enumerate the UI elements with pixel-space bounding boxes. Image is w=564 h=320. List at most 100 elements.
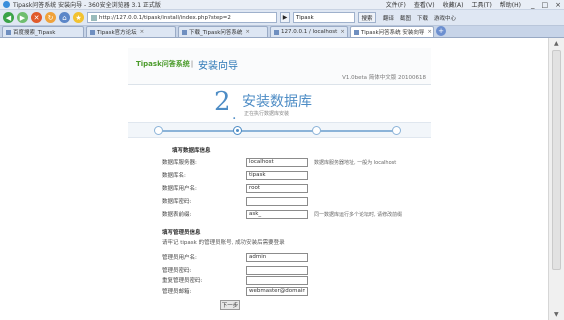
tab-forum[interactable]: Tipask官方论坛 × (86, 26, 176, 37)
step-heading: 2 . 安装数据库 正在执行数据库安装 (128, 85, 431, 123)
db-host-input[interactable] (246, 157, 308, 167)
db-prefix-hint: 同一数据库运行多个论坛时, 请修改前缀 (314, 211, 403, 218)
db-user-label: 数据库用户名: (162, 186, 197, 192)
scroll-up-icon[interactable]: ▲ (554, 40, 559, 47)
admin-email-row: 管理员邮箱: (162, 286, 308, 296)
tipask-logo: Tipask问答系统| (136, 59, 193, 69)
db-password-label: 数据库密码: (162, 199, 192, 205)
tab-installer[interactable]: Tipask问答系统 安装向导 × (350, 26, 434, 37)
back-arrow-icon[interactable]: ◀ (3, 12, 14, 23)
tab-close-icon[interactable]: × (245, 29, 250, 35)
tab-label: 下载_Tipask问答系统 (189, 30, 243, 36)
vertical-scrollbar[interactable]: ▲ ▼ (548, 38, 564, 320)
address-bar-url: http://127.0.0.1/tipask/install/index.ph… (99, 14, 231, 21)
menu-file[interactable]: 文件(F) (386, 0, 406, 9)
progress-step-4 (392, 126, 401, 135)
toolbar-screenshot[interactable]: 截图 (400, 14, 411, 22)
tab-localhost[interactable]: 127.0.0.1 / localhost × (270, 26, 348, 37)
step-title: 安装数据库 (242, 94, 312, 110)
db-prefix-label: 数据表前缀: (162, 212, 192, 218)
search-button[interactable]: 搜索 (358, 12, 376, 23)
admin-user-row: 管理员用户名: (162, 252, 308, 262)
menu-view[interactable]: 查看(V) (414, 0, 435, 9)
go-button[interactable]: ▶ (280, 12, 290, 23)
db-password-input[interactable] (246, 196, 308, 206)
admin-section-desc: 请牢记 tipask 的管理员账号, 成功安装后需要登录 (162, 240, 285, 246)
tab-close-icon[interactable]: × (427, 29, 432, 35)
menu-bar: 文件(F) 查看(V) 收藏(A) 工具(T) 帮助(H) (386, 0, 521, 9)
admin-section-title: 填写管理员信息 (162, 230, 201, 236)
admin-user-input[interactable] (246, 252, 308, 262)
tab-label: Tipask问答系统 安装向导 (361, 30, 425, 36)
scrollbar-thumb[interactable] (552, 50, 561, 270)
close-window-button[interactable]: × (555, 1, 561, 9)
minimize-button[interactable]: _ (531, 1, 535, 9)
admin-password-confirm-label: 重复管理员密码: (162, 278, 203, 284)
logo-separator: | (190, 60, 194, 68)
install-progress (128, 122, 431, 138)
db-user-input[interactable] (246, 183, 308, 193)
toolbar-games[interactable]: 游戏中心 (434, 14, 456, 22)
tab-baidu[interactable]: 百度搜索_Tipask (2, 26, 84, 37)
progress-track (158, 130, 396, 132)
tab-favicon-icon (274, 29, 279, 35)
stop-icon[interactable]: ✕ (31, 12, 42, 23)
menu-help[interactable]: 帮助(H) (500, 0, 521, 9)
menu-tools[interactable]: 工具(T) (471, 0, 491, 9)
admin-email-label: 管理员邮箱: (162, 289, 192, 295)
tab-favicon-icon (90, 29, 95, 35)
installer-title: 安装向导 (198, 61, 238, 72)
version-label: V1.0beta 简体中文版 20100618 (342, 75, 426, 81)
toolbar-items: 翻译 截图 下载 游戏中心 (383, 14, 456, 22)
admin-password-input[interactable] (246, 265, 308, 275)
admin-user-label: 管理员用户名: (162, 255, 197, 261)
maximize-button[interactable]: □ (542, 1, 549, 9)
admin-password-row: 管理员密码: (162, 265, 308, 275)
installer-header: Tipask问答系统| 安装向导 V1.0beta 简体中文版 20100618 (128, 48, 431, 85)
db-host-hint: 数据库服务器地址, 一般为 localhost (314, 159, 397, 166)
next-step-button[interactable]: 下一步 (220, 300, 240, 310)
admin-password-label: 管理员密码: (162, 268, 192, 274)
refresh-icon[interactable]: ↻ (45, 12, 56, 23)
address-bar[interactable]: http://127.0.0.1/tipask/install/index.ph… (87, 12, 277, 23)
admin-email-input[interactable] (246, 286, 308, 296)
toolbar-translate[interactable]: 翻译 (383, 14, 394, 22)
forward-arrow-icon[interactable]: ▶ (17, 12, 28, 23)
progress-step-3 (312, 126, 321, 135)
db-prefix-row: 数据表前缀: 同一数据库运行多个论坛时, 请修改前缀 (162, 209, 402, 219)
home-icon[interactable]: ⌂ (59, 12, 70, 23)
db-name-label: 数据库名: (162, 173, 186, 179)
db-name-input[interactable] (246, 170, 308, 180)
step-dot: . (232, 107, 237, 123)
db-prefix-input[interactable] (246, 209, 308, 219)
admin-password-confirm-input[interactable] (246, 275, 308, 285)
tab-favicon-icon (6, 29, 11, 35)
window-controls: _ □ × (531, 1, 561, 9)
new-tab-button[interactable]: + (436, 26, 446, 36)
search-input[interactable]: Tipask (293, 12, 355, 23)
logo-text: Tipask问答系统 (136, 60, 190, 68)
browser-logo-icon (3, 1, 10, 8)
admin-password-confirm-row: 重复管理员密码: (162, 275, 308, 285)
db-section-title: 填写数据库信息 (172, 148, 211, 154)
progress-step-2 (233, 126, 242, 135)
window-title: Tipask问答系统 安装向导 - 360安全浏览器 3.1 正式版 (13, 2, 161, 9)
tab-close-icon[interactable]: × (340, 29, 345, 35)
toolbar-download[interactable]: 下载 (417, 14, 428, 22)
tab-favicon-icon (182, 29, 187, 35)
tab-label: 百度搜索_Tipask (13, 30, 56, 36)
tab-bar: 百度搜索_Tipask Tipask官方论坛 × 下载_Tipask问答系统 ×… (0, 26, 564, 38)
tab-download[interactable]: 下载_Tipask问答系统 × (178, 26, 268, 37)
db-password-row: 数据库密码: (162, 196, 308, 206)
progress-step-1 (154, 126, 163, 135)
tab-label: 127.0.0.1 / localhost (281, 29, 338, 35)
tab-close-icon[interactable]: × (140, 29, 145, 35)
page-icon (91, 14, 97, 21)
window-titlebar: Tipask问答系统 安装向导 - 360安全浏览器 3.1 正式版 文件(F)… (0, 0, 564, 10)
step-subtitle: 正在执行数据库安装 (244, 111, 290, 117)
db-user-row: 数据库用户名: (162, 183, 308, 193)
menu-favorites[interactable]: 收藏(A) (443, 0, 464, 9)
favorites-star-icon[interactable]: ★ (73, 12, 84, 23)
db-host-row: 数据库服务器: 数据库服务器地址, 一般为 localhost (162, 157, 396, 167)
scroll-down-icon[interactable]: ▼ (554, 311, 559, 318)
